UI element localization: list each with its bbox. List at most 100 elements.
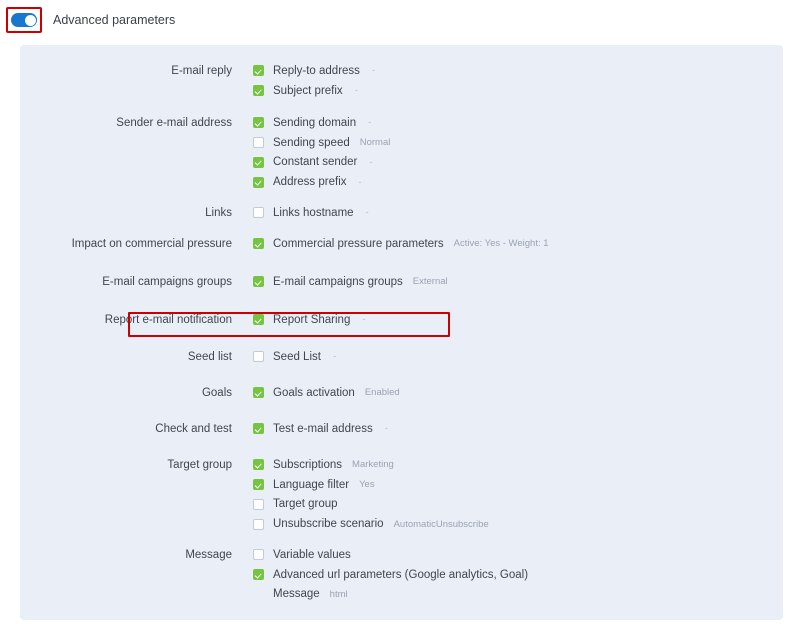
parameter-item-label: Subject prefix [273,84,343,97]
parameter-item-label: Advanced url parameters (Google analytic… [273,568,529,581]
parameter-group-label: Check and test [155,422,232,435]
parameter-row: Links Links hostname - [20,203,783,223]
parameter-row-body: Reply-to address - [253,65,375,77]
checkbox-checked[interactable] [253,117,264,129]
parameter-group: Check and test Test e-mail address - [20,419,783,439]
parameter-item-label: Sending domain [273,116,357,129]
parameter-row-body: Target group [253,498,338,510]
parameter-item-value: html [329,588,348,600]
checkbox-checked[interactable] [253,459,264,471]
parameter-row: Address prefix - [20,172,783,192]
checkbox-checked[interactable] [253,85,264,97]
parameter-row: Constant sender - [20,153,783,173]
parameter-item-label: Variable values [273,548,351,561]
parameter-item-label: Links hostname [273,206,354,219]
checkbox-checked[interactable] [253,314,264,326]
parameter-row: Subject prefix - [20,81,783,101]
advanced-parameters-label: Advanced parameters [53,12,176,27]
checkbox-unchecked[interactable] [253,549,264,561]
parameter-item-label: Target group [273,498,338,511]
parameter-row-body: Commercial pressure parameters Active: Ye… [253,238,549,250]
parameter-row: Report e-mail notification Report Sharing… [20,310,783,330]
parameter-group-label: Impact on commercial pressure [71,237,232,250]
parameter-row-body: Report Sharing - [253,314,366,326]
parameter-row-body: Address prefix - [253,176,362,188]
parameter-item-label: Goals activation [273,386,355,399]
parameter-group-label: Links [205,206,232,219]
parameter-item-label: Commercial pressure parameters [273,237,444,250]
parameter-group: Message Variable values Advanced url param… [20,545,783,604]
parameter-row-body: Language filter Yes [253,479,375,491]
advanced-parameters-toggle-highlight [6,7,42,33]
parameter-group-label: Message [185,548,232,561]
parameter-row: Sending speed Normal [20,133,783,153]
parameter-row: Goals Goals activation Enabled [20,383,783,403]
checkbox-unchecked[interactable] [253,518,264,530]
checkbox-checked[interactable] [253,176,264,188]
parameter-group-label: Report e-mail notification [104,313,232,326]
parameter-item-value: Marketing [352,459,394,471]
parameter-row-body: Links hostname - [253,207,369,219]
checkbox-unchecked[interactable] [253,137,264,149]
parameter-group-label: Target group [167,458,232,471]
parameter-group: Goals Goals activation Enabled [20,383,783,403]
checkbox-checked[interactable] [253,156,264,168]
parameter-item-value: Active: Yes - Weight: 1 [453,238,549,250]
advanced-parameters-toggle[interactable] [11,13,37,27]
parameter-row: Message Variable values [20,545,783,565]
parameter-group: Impact on commercial pressure Commercial … [20,234,783,254]
parameter-group-label: Sender e-mail address [116,116,232,129]
parameter-row: Target group [20,495,783,515]
parameter-group-label: E-mail reply [171,64,232,77]
parameter-item-label: Reply-to address [273,64,360,77]
parameter-group-label: Seed list [187,350,232,363]
checkbox-checked[interactable] [253,387,264,399]
parameter-row: Unsubscribe scenario AutomaticUnsubscribe [20,514,783,534]
checkbox-unchecked[interactable] [253,498,264,510]
parameter-item-value: Yes [359,479,375,491]
checkbox-checked[interactable] [253,569,264,581]
parameter-item-label: Address prefix [273,176,347,189]
parameter-group: Links Links hostname - [20,203,783,223]
parameter-row: E-mail campaigns groups E-mail campaigns … [20,272,783,292]
parameter-item-label: E-mail campaigns groups [273,275,403,288]
parameter-row: Sender e-mail address Sending domain - [20,113,783,133]
parameter-row-body: Constant sender - [253,156,373,168]
parameters-panel: E-mail reply Reply-to address - Subject pre… [20,45,783,620]
parameter-row-body: Sending domain - [253,117,371,129]
parameter-item-label: Sending speed [273,136,350,149]
parameter-row-body: Message html [253,588,348,600]
parameter-item-value: Enabled [364,387,400,399]
checkbox-checked[interactable] [253,423,264,435]
parameter-group-label: Goals [201,386,232,399]
parameter-item-value: - [384,423,388,435]
parameter-item-label: Message [273,588,320,601]
checkbox-checked[interactable] [253,276,264,288]
toggle-knob-icon [24,14,36,26]
parameter-group-label: E-mail campaigns groups [102,275,232,288]
advanced-parameters-header: Advanced parameters [0,0,175,40]
checkbox-unchecked[interactable] [253,351,264,363]
parameter-group: E-mail campaigns groups E-mail campaigns … [20,272,783,292]
parameter-group: E-mail reply Reply-to address - Subject pre… [20,61,783,101]
parameter-row-body: Subscriptions Marketing [253,459,394,471]
parameter-item-value: - [354,85,358,97]
checkbox-checked[interactable] [253,65,264,77]
parameter-row-body: Advanced url parameters (Google analytic… [253,569,528,581]
advanced-parameters-screen: Advanced parameters E-mail reply Reply-to… [0,0,803,626]
checkbox-checked[interactable] [253,238,264,250]
checkbox-checked[interactable] [253,479,264,491]
parameter-item-value: - [369,156,373,168]
parameter-item-value: - [365,207,369,219]
parameter-row: E-mail reply Reply-to address - [20,61,783,81]
parameter-row: Seed list Seed List - [20,347,783,367]
parameter-item-value: - [368,117,372,129]
parameter-item-value: - [332,351,337,363]
parameter-item-value: - [371,65,376,77]
parameter-row: Language filter Yes [20,475,783,495]
parameter-item-label: Seed List [273,350,321,363]
parameter-item-value: Normal [359,137,391,149]
parameter-item-value: - [358,176,362,188]
parameter-row-body: Unsubscribe scenario AutomaticUnsubscribe [253,518,489,530]
checkbox-unchecked[interactable] [253,207,264,219]
